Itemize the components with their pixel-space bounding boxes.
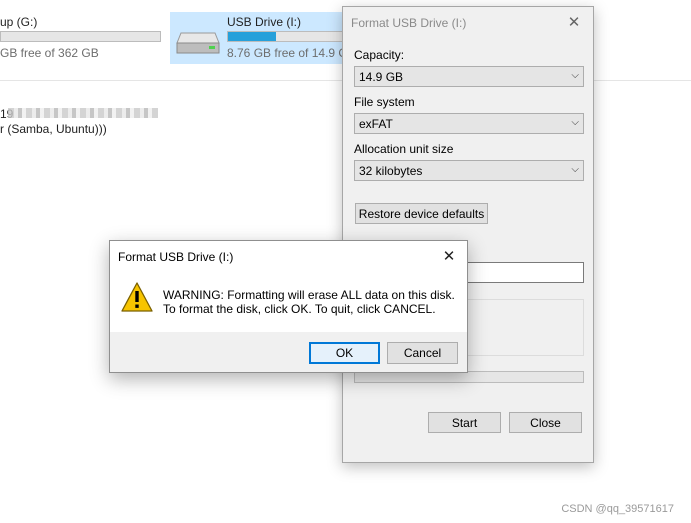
warning-dialog: Format USB Drive (I:) ✕ WARNING: Formatt… <box>109 240 468 373</box>
allocation-size-select[interactable]: 32 kilobytes ⌵ <box>354 160 584 181</box>
capacity-value: 14.9 GB <box>359 70 404 84</box>
start-button[interactable]: Start <box>428 412 501 433</box>
allocation-size-label: Allocation unit size <box>354 142 454 156</box>
warning-message-line1: WARNING: Formatting will erase ALL data … <box>163 288 455 302</box>
filesystem-label: File system <box>354 95 415 109</box>
network-location-line2: r (Samba, Ubuntu))) <box>0 122 107 136</box>
format-dialog-title: Format USB Drive (I:) <box>351 16 467 30</box>
close-button[interactable]: Close <box>509 412 582 433</box>
filesystem-value: exFAT <box>359 117 393 131</box>
warning-dialog-footer: OK Cancel <box>110 332 467 372</box>
cancel-button[interactable]: Cancel <box>387 342 458 364</box>
ok-button[interactable]: OK <box>309 342 380 364</box>
warning-icon <box>121 282 153 312</box>
warning-message-line2: To format the disk, click OK. To quit, c… <box>163 302 436 316</box>
drive-i-free-space: 8.76 GB free of 14.9 GB <box>227 46 356 60</box>
close-icon[interactable]: ✕ <box>437 245 461 267</box>
redacted-text <box>8 108 158 118</box>
drive-g-name: up (G:) <box>0 15 38 29</box>
warning-message: WARNING: Formatting will erase ALL data … <box>163 288 455 316</box>
drive-i-tile[interactable]: USB Drive (I:) 8.76 GB free of 14.9 GB <box>170 12 356 64</box>
restore-defaults-button[interactable]: Restore device defaults <box>355 203 488 224</box>
format-dialog: Format USB Drive (I:) ✕ Capacity: 14.9 G… <box>342 6 594 463</box>
capacity-label: Capacity: <box>354 48 405 62</box>
drive-i-name: USB Drive (I:) <box>227 15 302 29</box>
drive-i-usage-fill <box>228 32 277 41</box>
allocation-size-value: 32 kilobytes <box>359 164 423 178</box>
chevron-down-icon: ⌵ <box>571 164 579 175</box>
cropped-top-row <box>0 0 691 4</box>
capacity-select[interactable]: 14.9 GB ⌵ <box>354 66 584 87</box>
warning-dialog-title: Format USB Drive (I:) <box>118 250 234 264</box>
close-icon[interactable]: ✕ <box>561 10 587 34</box>
drive-g-free-space: GB free of 362 GB <box>0 46 99 60</box>
usb-drive-icon <box>176 32 220 54</box>
drive-g-usage-bar <box>0 31 161 42</box>
filesystem-select[interactable]: exFAT ⌵ <box>354 113 584 134</box>
drive-i-usage-bar <box>227 31 347 42</box>
chevron-down-icon: ⌵ <box>571 70 579 81</box>
chevron-down-icon: ⌵ <box>571 117 579 128</box>
watermark: CSDN @qq_39571617 <box>561 503 674 515</box>
